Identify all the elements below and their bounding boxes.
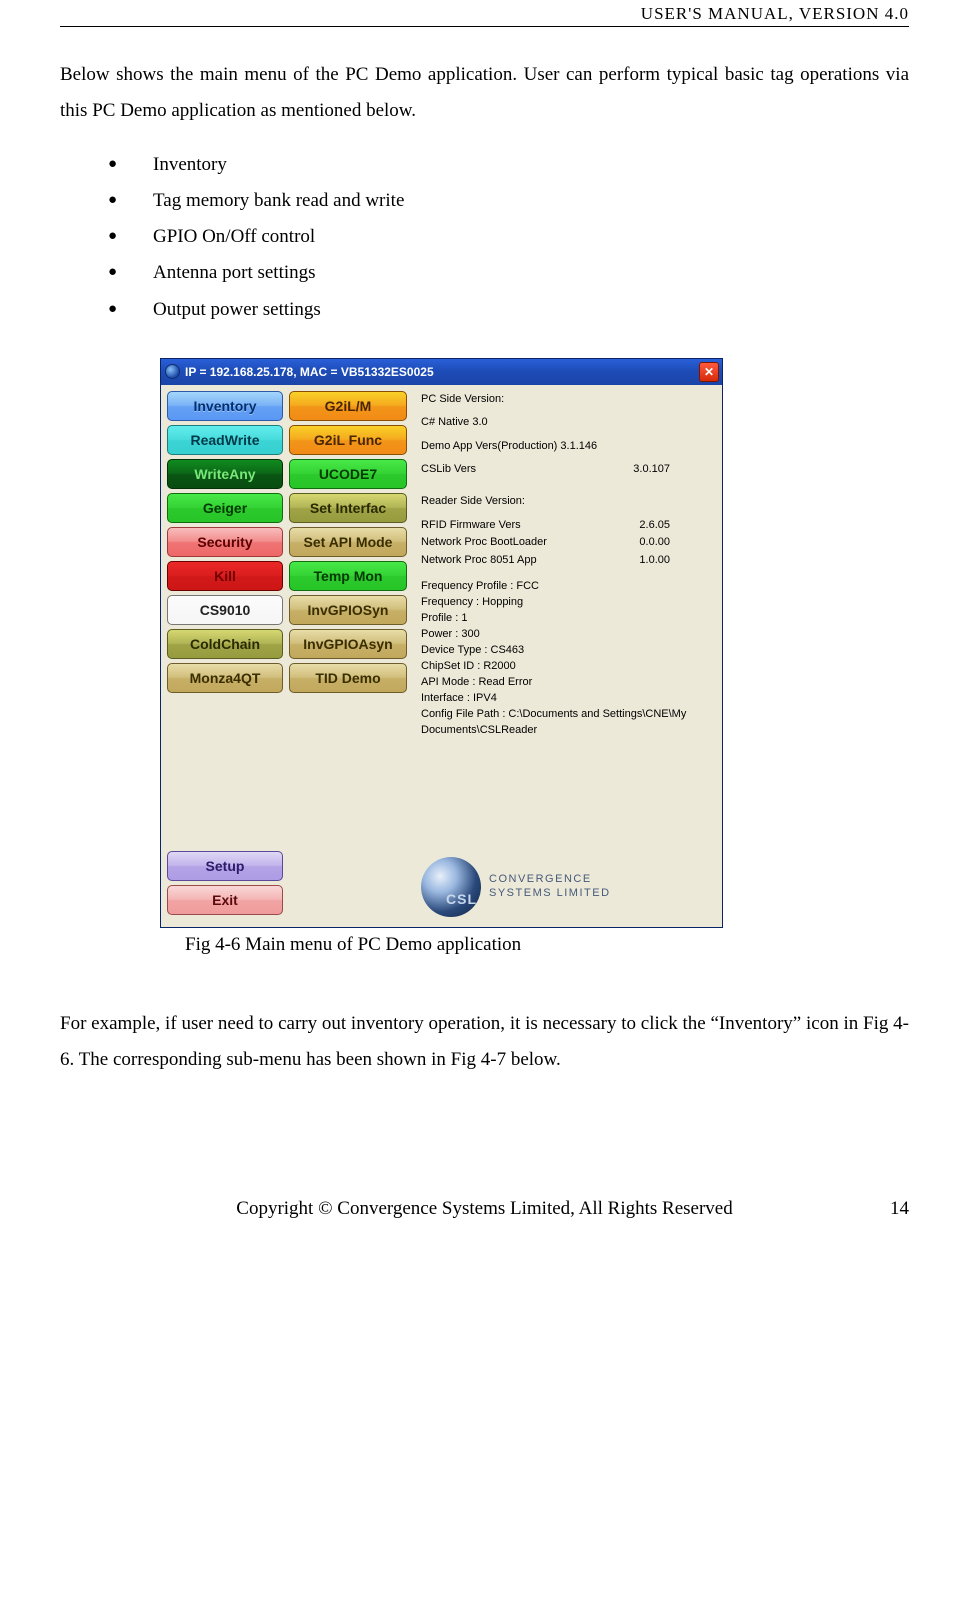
chipset-id: ChipSet ID : R2000	[421, 659, 716, 675]
g2il-func-button[interactable]: G2iL Func	[289, 425, 407, 455]
list-item: Inventory	[108, 147, 909, 183]
figure-caption: Fig 4-6 Main menu of PC Demo application	[185, 934, 909, 956]
intro-paragraph: Below shows the main menu of the PC Demo…	[60, 57, 909, 129]
cs9010-button[interactable]: CS9010	[167, 595, 283, 625]
company-logo: CONVERGENCE SYSTEMS LIMITED	[421, 851, 716, 917]
ucode7-button[interactable]: UCODE7	[289, 459, 407, 489]
rfid-value: 2.6.05	[639, 517, 670, 535]
app-window: IP = 192.168.25.178, MAC = VB51332ES0025…	[160, 358, 723, 928]
button-column-2: G2iL/M G2iL Func UCODE7 Set Interfac Set…	[287, 389, 411, 917]
device-type: Device Type : CS463	[421, 643, 716, 659]
app-icon	[165, 364, 180, 379]
page-footer: Copyright © Convergence Systems Limited,…	[60, 1198, 909, 1220]
kill-button[interactable]: Kill	[167, 561, 283, 591]
example-paragraph: For example, if user need to carry out i…	[60, 1006, 909, 1078]
set-interface-button[interactable]: Set Interfac	[289, 493, 407, 523]
window-title: IP = 192.168.25.178, MAC = VB51332ES0025	[185, 365, 434, 379]
cslib-label: CSLib Vers	[421, 461, 476, 479]
logo-text-2: SYSTEMS LIMITED	[489, 887, 611, 901]
bootloader-value: 0.0.00	[639, 534, 670, 552]
invgpiosyn-button[interactable]: InvGPIOSyn	[289, 595, 407, 625]
frequency: Frequency : Hopping	[421, 595, 716, 611]
inventory-button[interactable]: Inventory	[167, 391, 283, 421]
api-mode: API Mode : Read Error	[421, 675, 716, 691]
pc-version-header: PC Side Version:	[421, 391, 716, 409]
list-item: Output power settings	[108, 292, 909, 328]
page-number: 14	[890, 1198, 909, 1220]
list-item: Antenna port settings	[108, 255, 909, 291]
exit-button[interactable]: Exit	[167, 885, 283, 915]
feature-list: Inventory Tag memory bank read and write…	[108, 147, 909, 327]
freq-profile: Frequency Profile : FCC	[421, 579, 716, 595]
invgpioasyn-button[interactable]: InvGPIOAsyn	[289, 629, 407, 659]
profile: Profile : 1	[421, 611, 716, 627]
csharp-version: C# Native 3.0	[421, 414, 716, 432]
close-button[interactable]: ✕	[699, 362, 719, 382]
bootloader-label: Network Proc BootLoader	[421, 534, 547, 552]
writeany-button[interactable]: WriteAny	[167, 459, 283, 489]
geiger-button[interactable]: Geiger	[167, 493, 283, 523]
setup-button[interactable]: Setup	[167, 851, 283, 881]
tid-demo-button[interactable]: TID Demo	[289, 663, 407, 693]
security-button[interactable]: Security	[167, 527, 283, 557]
rfid-label: RFID Firmware Vers	[421, 517, 521, 535]
button-column-1: Inventory ReadWrite WriteAny Geiger Secu…	[161, 389, 287, 917]
reader-version-header: Reader Side Version:	[421, 493, 716, 511]
coldchain-button[interactable]: ColdChain	[167, 629, 283, 659]
interface: Interface : IPV4	[421, 691, 716, 707]
monza4qt-button[interactable]: Monza4QT	[167, 663, 283, 693]
titlebar: IP = 192.168.25.178, MAC = VB51332ES0025…	[161, 359, 722, 385]
demo-app-version: Demo App Vers(Production) 3.1.146	[421, 438, 716, 456]
list-item: GPIO On/Off control	[108, 219, 909, 255]
g2il-m-button[interactable]: G2iL/M	[289, 391, 407, 421]
cslib-value: 3.0.107	[633, 461, 670, 479]
page-header: USER'S MANUAL, VERSION 4.0	[60, 0, 909, 27]
config-path: Config File Path : C:\Documents and Sett…	[421, 707, 716, 739]
netproc-value: 1.0.00	[639, 552, 670, 570]
set-api-mode-button[interactable]: Set API Mode	[289, 527, 407, 557]
temp-mon-button[interactable]: Temp Mon	[289, 561, 407, 591]
logo-sphere-icon	[421, 857, 481, 917]
copyright: Copyright © Convergence Systems Limited,…	[236, 1198, 732, 1219]
info-panel: PC Side Version: C# Native 3.0 Demo App …	[411, 389, 722, 917]
logo-text-1: CONVERGENCE	[489, 873, 611, 887]
netproc-label: Network Proc 8051 App	[421, 552, 537, 570]
readwrite-button[interactable]: ReadWrite	[167, 425, 283, 455]
power: Power : 300	[421, 627, 716, 643]
list-item: Tag memory bank read and write	[108, 183, 909, 219]
